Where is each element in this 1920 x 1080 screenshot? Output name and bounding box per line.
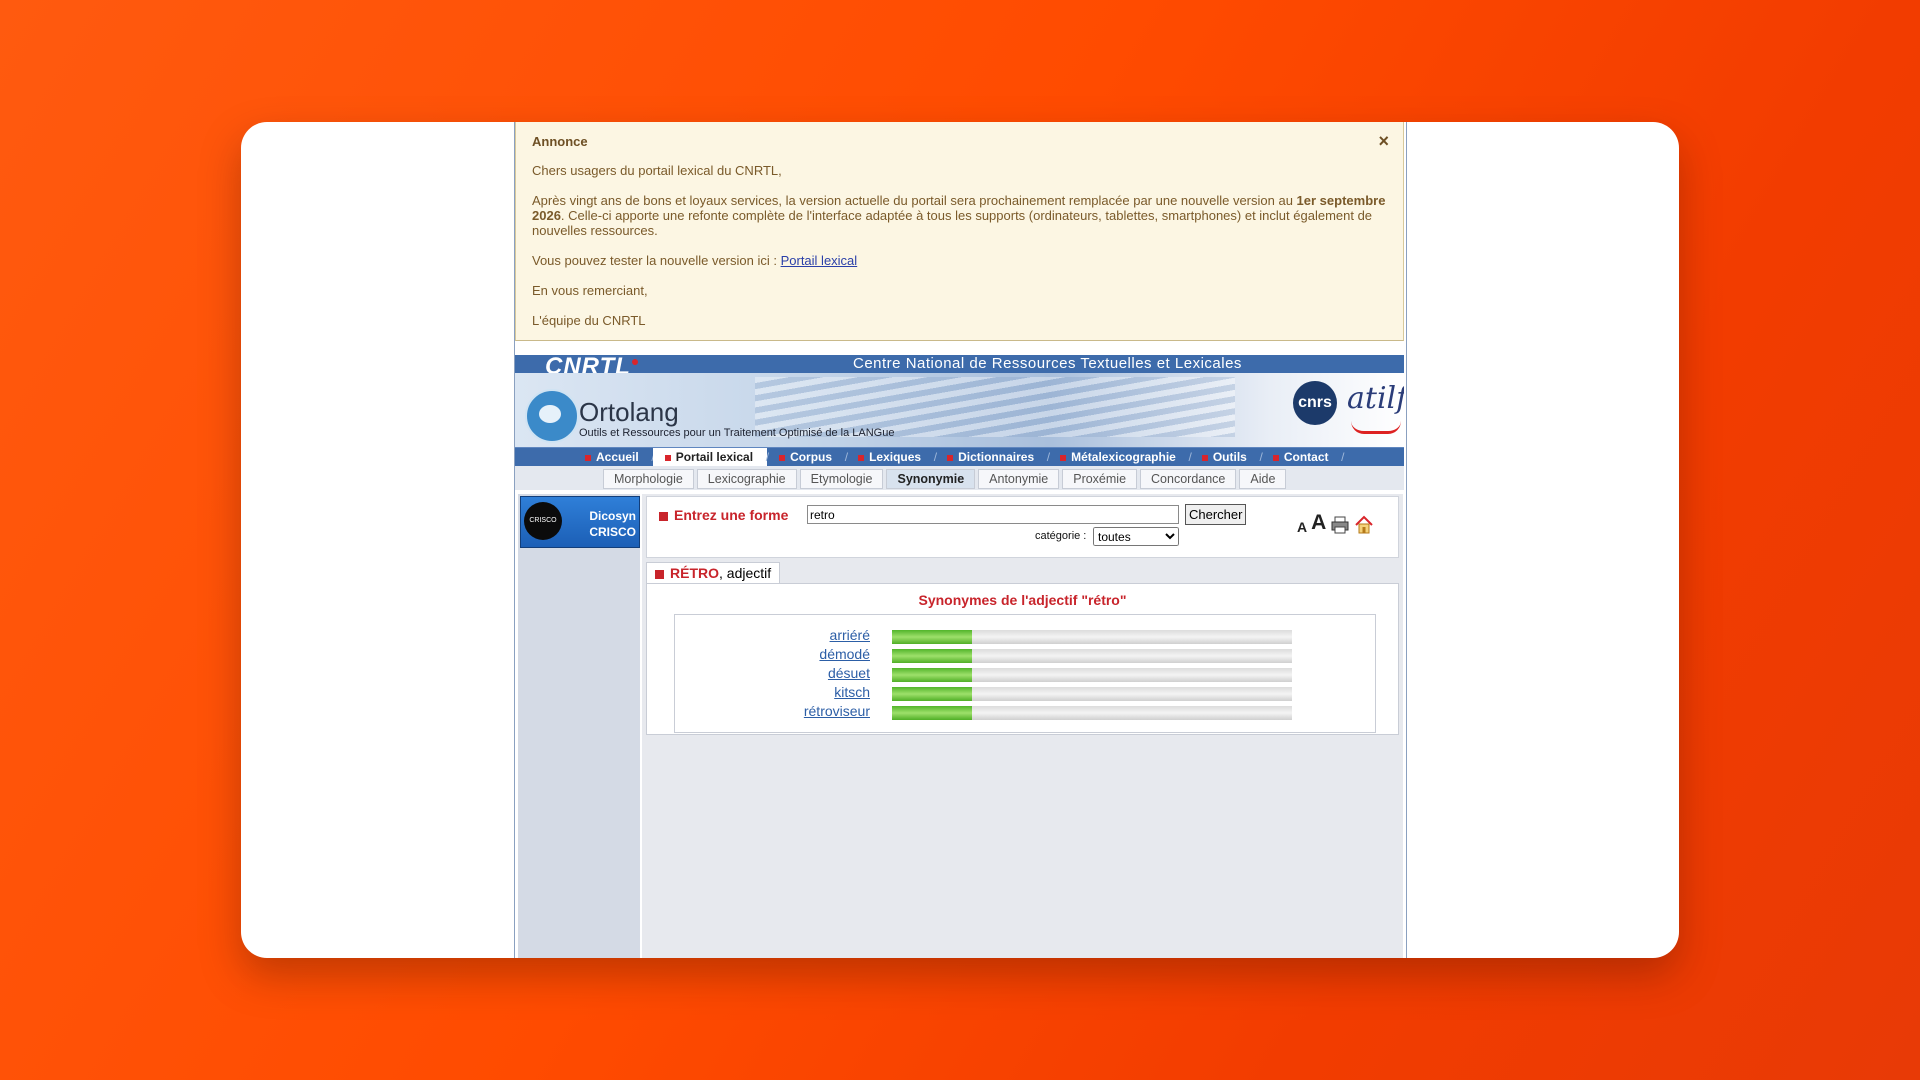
synonym-link[interactable]: démodé (819, 646, 870, 662)
print-icon[interactable] (1330, 515, 1350, 535)
synonym-score-fill (892, 630, 972, 644)
category-label: catégorie : (1035, 530, 1087, 542)
tab-concordance[interactable]: Concordance (1140, 469, 1237, 489)
search-label: Entrez une forme (659, 507, 788, 523)
nav-corpus[interactable]: Corpus (767, 448, 848, 466)
synonym-score-fill (892, 706, 972, 720)
announcement-greeting: Chers usagers du portail lexical du CNRT… (532, 163, 782, 178)
sub-tabs: Morphologie Lexicographie Etymologie Syn… (515, 466, 1404, 490)
dicosyn-label: Dicosyn (589, 509, 636, 523)
bullet-icon (659, 511, 668, 521)
synonym-row: kitsch (675, 684, 1375, 703)
ortolang-logo[interactable]: Ortolang (579, 397, 679, 428)
tab-antonymie[interactable]: Antonymie (978, 469, 1060, 489)
main-navigation: Accueil Portail lexical Corpus Lexiques … (515, 447, 1404, 466)
window-card: × Annonce Chers usagers du portail lexic… (241, 122, 1679, 958)
home-icon[interactable] (1354, 515, 1374, 535)
announcement-title: Annonce (532, 134, 588, 149)
tab-etymologie[interactable]: Etymologie (799, 469, 884, 489)
banner-title: Centre National de Ressources Textuelles… (853, 355, 1242, 372)
nav-accueil[interactable]: Accueil (573, 448, 654, 466)
chercher-button[interactable]: Chercher (1185, 504, 1247, 525)
result-tab[interactable]: RÉTRO, adjectif (646, 562, 781, 584)
announcement-signature: L'équipe du CNRTL (532, 313, 646, 328)
synonym-link[interactable]: kitsch (834, 684, 870, 700)
nav-dictionnaires[interactable]: Dictionnaires (935, 448, 1050, 466)
tab-lexicographie[interactable]: Lexicographie (696, 469, 797, 489)
portail-lexical-link[interactable]: Portail lexical (781, 253, 858, 268)
atilf-logo[interactable]: atilf (1347, 381, 1404, 416)
result-pos: , adjectif (719, 565, 772, 581)
crisco-label: CRISCO (589, 525, 636, 539)
search-input[interactable] (807, 505, 1179, 524)
synonyms-table: arriéré démodé désuet kitsch rétroviseur (674, 614, 1376, 733)
announcement-thanks: En vous remerciant, (532, 283, 648, 298)
synonym-link[interactable]: désuet (828, 665, 870, 681)
result-word: RÉTRO (670, 565, 719, 581)
cnrs-logo[interactable]: cnrs (1293, 381, 1337, 425)
left-sidebar: CRISCO Dicosyn CRISCO (518, 494, 640, 958)
announcement-test: Vous pouvez tester la nouvelle version i… (532, 253, 858, 268)
nav-outils[interactable]: Outils (1190, 448, 1263, 466)
synonym-score-bar (892, 687, 1292, 701)
tab-morphologie[interactable]: Morphologie (603, 469, 694, 489)
synonym-score-bar (892, 668, 1292, 682)
synonym-score-bar (892, 649, 1292, 663)
synonym-row: rétroviseur (675, 703, 1375, 722)
synonym-link[interactable]: rétroviseur (804, 703, 870, 719)
synonym-score-bar (892, 706, 1292, 720)
synonym-score-fill (892, 668, 972, 682)
tab-aide[interactable]: Aide (1239, 469, 1287, 489)
synonym-link[interactable]: arriéré (830, 627, 870, 643)
synonyms-heading: Synonymes de l'adjectif "rétro" (918, 592, 1127, 608)
synonym-row: désuet (675, 665, 1375, 684)
synonym-row: arriéré (675, 627, 1375, 646)
category-select[interactable]: toutes (1093, 527, 1179, 546)
site-banner: CNRTL● Centre National de Ressources Tex… (515, 355, 1404, 447)
dicosyn-crisco-button[interactable]: CRISCO Dicosyn CRISCO (520, 496, 640, 548)
nav-contact[interactable]: Contact (1261, 448, 1344, 466)
investissement-seal-icon (525, 389, 579, 443)
atilf-swoosh-icon (1351, 421, 1401, 434)
tab-synonymie[interactable]: Synonymie (886, 469, 976, 489)
bullet-icon (655, 569, 664, 579)
synonym-row: démodé (675, 646, 1375, 665)
font-increase-icon[interactable]: A (1311, 511, 1326, 535)
crisco-logo-icon: CRISCO (524, 502, 562, 540)
synonym-score-bar (892, 630, 1292, 644)
close-icon[interactable]: × (1378, 132, 1389, 150)
cnrtl-page: × Annonce Chers usagers du portail lexic… (514, 122, 1407, 958)
nav-lexiques[interactable]: Lexiques (846, 448, 937, 466)
nav-metalexicographie[interactable]: Métalexicographie (1048, 448, 1192, 466)
synonym-score-fill (892, 687, 972, 701)
tab-proxemie[interactable]: Proxémie (1062, 469, 1138, 489)
announcement-panel: × Annonce Chers usagers du portail lexic… (515, 122, 1404, 341)
main-content: Entrez une forme Chercher catégorie : to… (642, 494, 1403, 958)
search-panel: Entrez une forme Chercher catégorie : to… (646, 496, 1399, 558)
announcement-body: Après vingt ans de bons et loyaux servic… (532, 193, 1386, 238)
toolbar-icons: A A (1297, 511, 1374, 535)
nav-portail-lexical[interactable]: Portail lexical (652, 448, 769, 466)
font-decrease-icon[interactable]: A (1297, 519, 1307, 535)
result-panel: Synonymes de l'adjectif "rétro" arriéré d… (646, 583, 1399, 735)
synonym-score-fill (892, 649, 972, 663)
ortolang-subtitle: Outils et Ressources pour un Traitement … (579, 427, 895, 439)
